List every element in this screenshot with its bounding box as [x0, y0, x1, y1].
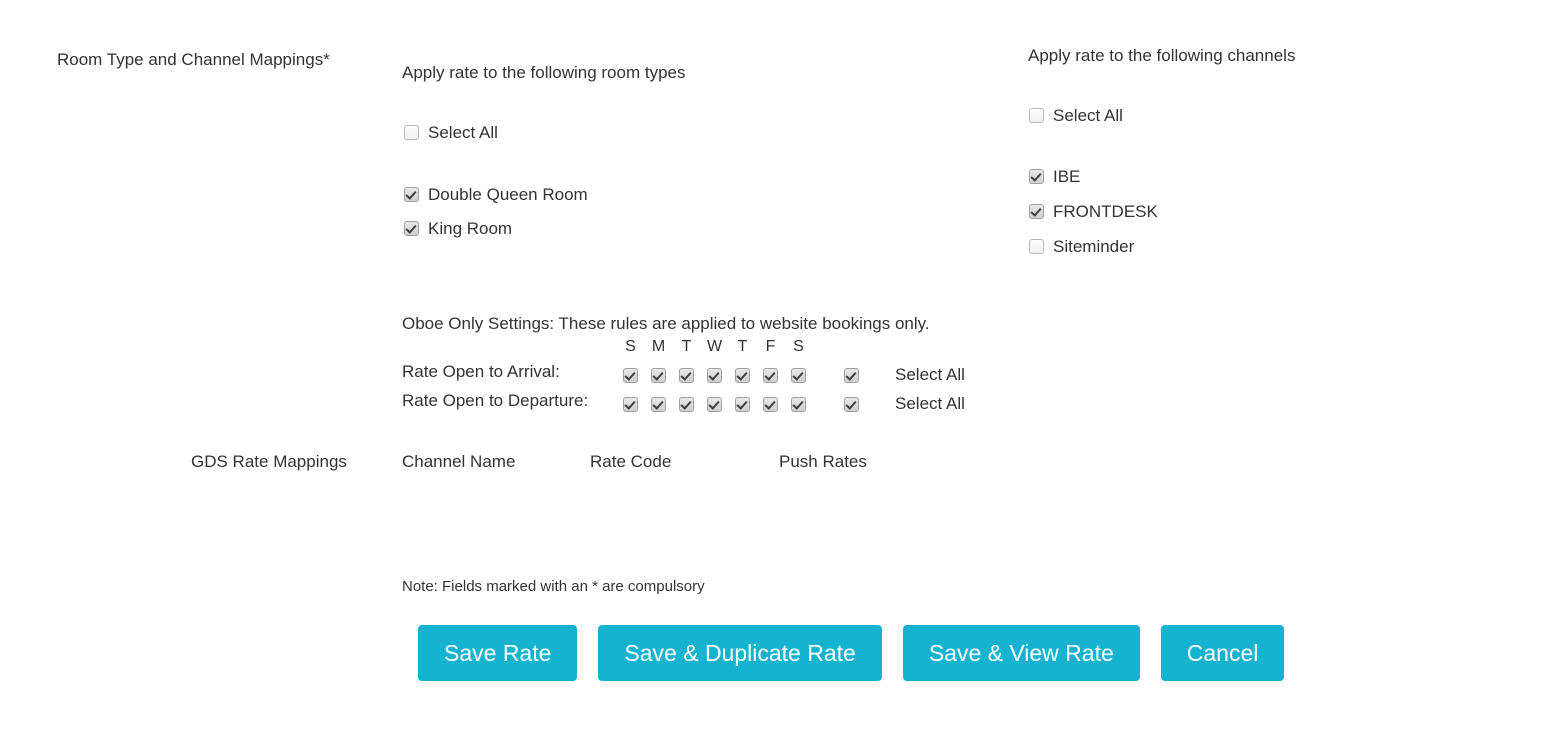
form-action-buttons: Save Rate Save & Duplicate Rate Save & V…: [418, 625, 1285, 681]
departure-checkbox-thursday[interactable]: [735, 396, 750, 412]
arrival-checkbox-wednesday[interactable]: [707, 367, 722, 383]
room-types-select-all-row[interactable]: Select All: [404, 124, 498, 141]
gds-rate-mappings-table-body: [402, 478, 1002, 558]
rate-open-to-departure-day-checkboxes[interactable]: Select All: [623, 394, 965, 414]
room-type-king-room-label: King Room: [428, 219, 513, 238]
channel-ibe-checkbox[interactable]: [1029, 169, 1044, 184]
day-header-wednesday: W: [707, 338, 723, 355]
channels-select-all-checkbox[interactable]: [1029, 108, 1044, 123]
rate-open-to-arrival-day-checkboxes[interactable]: Select All: [623, 365, 965, 385]
departure-checkbox-wednesday[interactable]: [707, 396, 722, 412]
arrival-select-all-checkbox[interactable]: [844, 367, 859, 383]
save-view-rate-button[interactable]: Save & View Rate: [902, 625, 1140, 681]
day-header-friday: F: [765, 338, 776, 355]
channel-ibe-label: IBE: [1053, 167, 1081, 186]
room-type-king-room-checkbox[interactable]: [404, 221, 419, 236]
departure-select-all-label: Select All: [895, 394, 965, 413]
rate-open-to-departure-label: Rate Open to Departure:: [402, 391, 589, 410]
channel-siteminder-checkbox[interactable]: [1029, 239, 1044, 254]
gds-column-rate-code: Rate Code: [590, 452, 672, 471]
room-type-double-queen-room-checkbox[interactable]: [404, 187, 419, 202]
save-rate-button[interactable]: Save Rate: [418, 625, 578, 681]
oboe-settings-heading: Oboe Only Settings: These rules are appl…: [402, 314, 930, 333]
gds-column-channel-name: Channel Name: [402, 452, 516, 471]
compulsory-fields-note: Note: Fields marked with an * are compul…: [402, 578, 705, 595]
day-header-thursday: T: [737, 338, 748, 355]
arrival-checkbox-friday[interactable]: [763, 367, 778, 383]
channels-select-all-label: Select All: [1053, 106, 1123, 125]
gds-column-push-rates: Push Rates: [779, 452, 867, 471]
save-duplicate-rate-button[interactable]: Save & Duplicate Rate: [598, 625, 882, 681]
channel-item-frontdesk[interactable]: FRONTDESK: [1029, 203, 1158, 220]
channel-item-ibe[interactable]: IBE: [1029, 168, 1080, 185]
oboe-day-headers: S M T W T F S: [623, 338, 806, 356]
day-header-tuesday: T: [681, 338, 692, 355]
channel-frontdesk-checkbox[interactable]: [1029, 204, 1044, 219]
channels-heading: Apply rate to the following channels: [1028, 46, 1296, 65]
room-type-item-double-queen-room[interactable]: Double Queen Room: [404, 186, 588, 203]
arrival-select-all-label: Select All: [895, 365, 965, 384]
day-header-sunday: S: [625, 338, 636, 355]
arrival-checkbox-thursday[interactable]: [735, 367, 750, 383]
arrival-checkbox-monday[interactable]: [651, 367, 666, 383]
channel-item-siteminder[interactable]: Siteminder: [1029, 238, 1134, 255]
channel-frontdesk-label: FRONTDESK: [1053, 202, 1158, 221]
rate-open-to-arrival-label: Rate Open to Arrival:: [402, 362, 560, 381]
day-header-monday: M: [651, 338, 666, 355]
departure-select-all-checkbox[interactable]: [844, 396, 859, 412]
departure-checkbox-friday[interactable]: [763, 396, 778, 412]
channels-select-all-row[interactable]: Select All: [1029, 107, 1123, 124]
arrival-checkbox-saturday[interactable]: [791, 367, 806, 383]
channel-siteminder-label: Siteminder: [1053, 237, 1135, 256]
room-type-item-king-room[interactable]: King Room: [404, 220, 512, 237]
departure-checkbox-tuesday[interactable]: [679, 396, 694, 412]
arrival-checkbox-tuesday[interactable]: [679, 367, 694, 383]
day-header-saturday: S: [793, 338, 804, 355]
gds-rate-mappings-label: GDS Rate Mappings: [191, 452, 347, 471]
room-types-heading: Apply rate to the following room types: [402, 63, 686, 82]
cancel-button[interactable]: Cancel: [1160, 625, 1285, 681]
room-type-double-queen-room-label: Double Queen Room: [428, 185, 588, 204]
departure-checkbox-sunday[interactable]: [623, 396, 638, 412]
room-types-select-all-label: Select All: [428, 123, 498, 142]
arrival-checkbox-sunday[interactable]: [623, 367, 638, 383]
departure-checkbox-monday[interactable]: [651, 396, 666, 412]
departure-checkbox-saturday[interactable]: [791, 396, 806, 412]
room-types-select-all-checkbox[interactable]: [404, 125, 419, 140]
room-type-channel-mappings-label: Room Type and Channel Mappings*: [57, 50, 330, 69]
